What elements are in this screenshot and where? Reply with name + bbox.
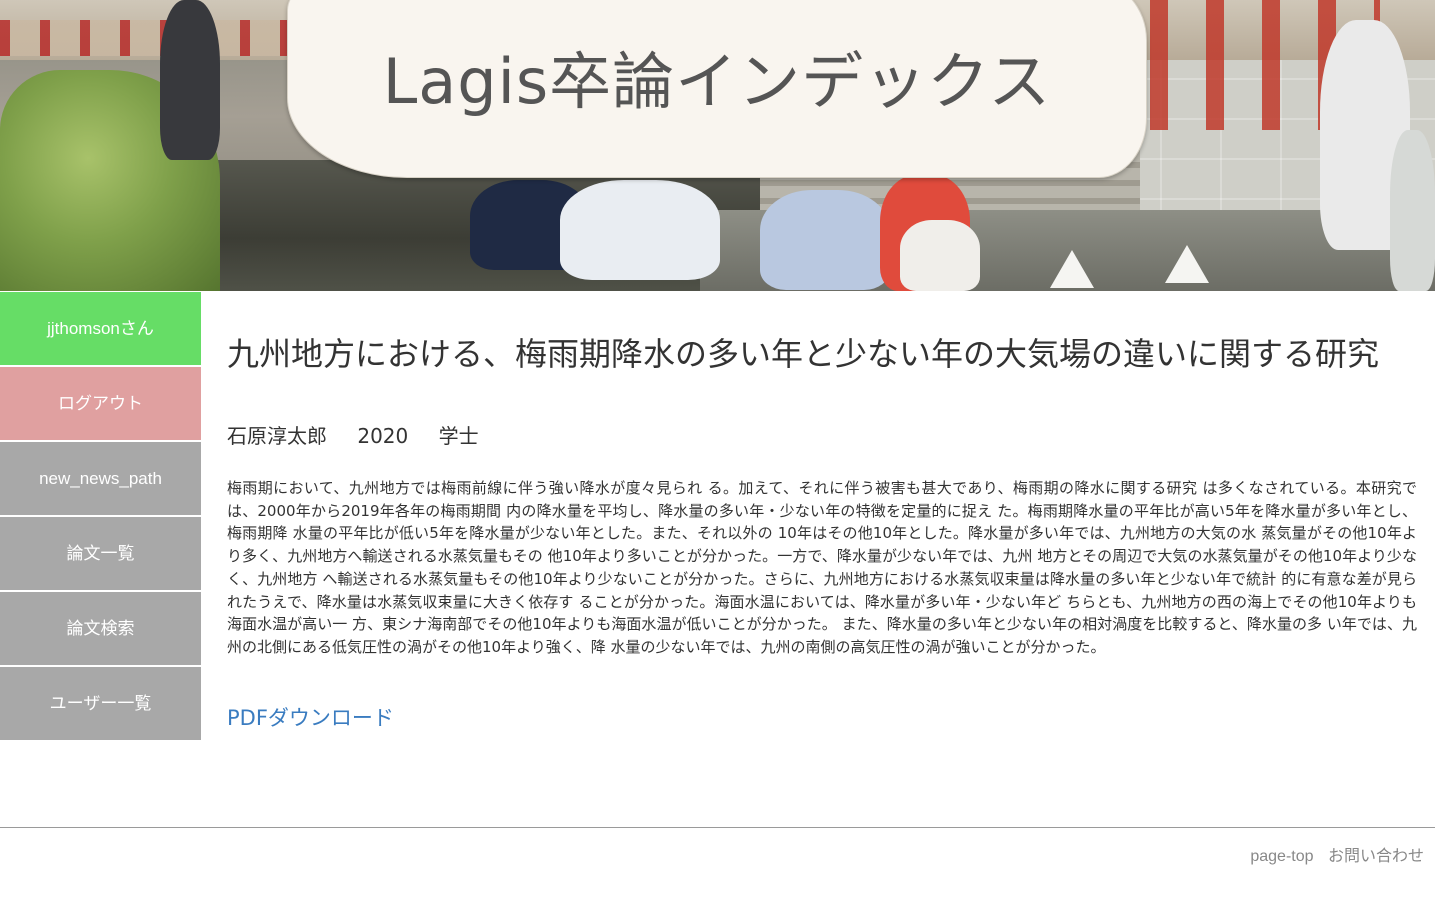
footer-links: page-top お問い合わせ [1240, 842, 1424, 866]
thesis-title: 九州地方における、梅雨期降水の多い年と少ない年の大気場の違いに関する研究 [227, 335, 1380, 373]
thesis-year: 2020 [357, 424, 409, 448]
contact-link[interactable]: お問い合わせ [1328, 848, 1424, 865]
banner-photo-person [1390, 130, 1435, 291]
site-title[interactable]: Lagis卒論インデックス [288, 31, 1146, 121]
sidebar-item-user-list[interactable]: ユーザー一覧 [0, 667, 201, 740]
banner-photo-person [160, 0, 220, 160]
banner-photo-railing [0, 20, 300, 56]
pdf-download-link[interactable]: PDFダウンロード [227, 702, 394, 732]
sidebar-item-thesis-list[interactable]: 論文一覧 [0, 517, 201, 590]
thesis-meta: 石原淳太郎 2020 学士 [227, 420, 1417, 449]
banner-photo-funnel [1050, 250, 1094, 288]
thesis-abstract: 梅雨期において、九州地方では梅雨前線に伴う強い降水が度々見られ る。加えて、それ… [227, 479, 1417, 656]
banner-photo-funnel [1165, 245, 1209, 283]
sidebar-item-user[interactable]: jjthomsonさん [0, 292, 201, 365]
sidebar-item-new-news[interactable]: new_news_path [0, 442, 201, 515]
sidebar-item-logout[interactable]: ログアウト [0, 367, 201, 440]
page-top-link[interactable]: page-top [1250, 848, 1313, 865]
header-banner: Lagis卒論インデックス [0, 0, 1435, 291]
thesis-author: 石原淳太郎 [227, 424, 327, 448]
site-title-card: Lagis卒論インデックス [287, 0, 1147, 178]
banner-photo-person [560, 180, 720, 280]
sidebar-item-thesis-search[interactable]: 論文検索 [0, 592, 201, 665]
banner-photo-person [900, 220, 980, 291]
thesis-degree: 学士 [438, 424, 479, 448]
sidebar-nav: jjthomsonさん ログアウト new_news_path 論文一覧 論文検… [0, 292, 201, 742]
banner-photo-person [760, 190, 890, 290]
thesis-detail: 九州地方における、梅雨期降水の多い年と少ない年の大気場の違いに関する研究 石原淳… [227, 330, 1417, 732]
footer-divider [0, 827, 1435, 828]
